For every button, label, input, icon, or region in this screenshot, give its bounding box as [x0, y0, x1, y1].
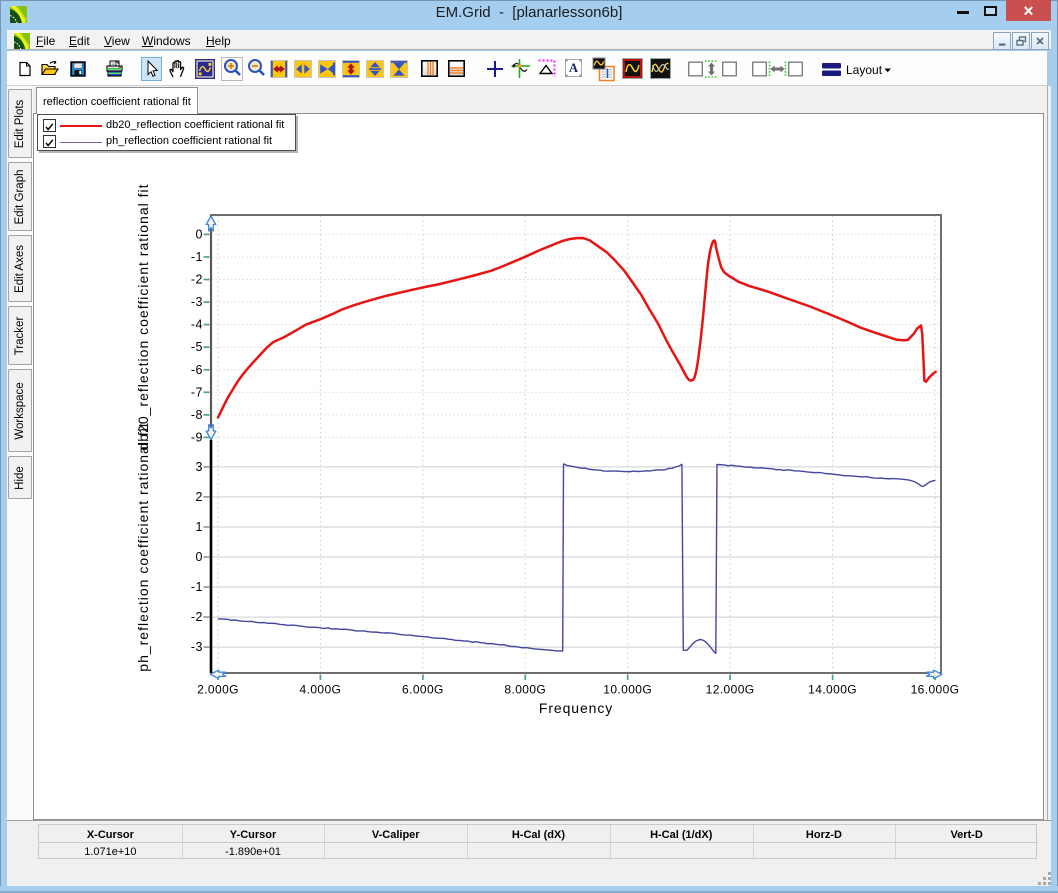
svg-text:-2: -2 — [191, 273, 203, 287]
svg-text:-9: -9 — [191, 430, 203, 444]
svg-text:db20_reflection coefficient ra: db20_reflection coefficient rational fit — [135, 184, 151, 451]
svg-text:-8: -8 — [191, 408, 203, 422]
svg-text:14.000G: 14.000G — [808, 683, 857, 697]
svg-text:-4: -4 — [191, 318, 203, 332]
svg-text:-1: -1 — [191, 580, 203, 594]
svg-text:16.000G: 16.000G — [911, 683, 960, 697]
svg-text:1: 1 — [196, 520, 203, 534]
svg-text:-1: -1 — [191, 250, 203, 264]
svg-text:Frequency: Frequency — [539, 700, 613, 716]
svg-text:0: 0 — [196, 227, 203, 241]
svg-text:-7: -7 — [191, 385, 203, 399]
svg-text:6.000G: 6.000G — [402, 683, 444, 697]
svg-text:8.000G: 8.000G — [504, 683, 546, 697]
svg-text:ph_reflection coefficient rati: ph_reflection coefficient rational fit — [135, 422, 151, 671]
svg-text:-3: -3 — [191, 295, 203, 309]
svg-text:2.000G: 2.000G — [197, 683, 239, 697]
svg-text:-3: -3 — [191, 640, 203, 654]
svg-text:-6: -6 — [191, 363, 203, 377]
svg-text:4.000G: 4.000G — [300, 683, 342, 697]
svg-text:3: 3 — [196, 460, 203, 474]
svg-text:0: 0 — [196, 550, 203, 564]
svg-text:12.000G: 12.000G — [706, 683, 755, 697]
svg-text:-5: -5 — [191, 340, 203, 354]
svg-text:10.000G: 10.000G — [603, 683, 652, 697]
svg-text:2: 2 — [196, 490, 203, 504]
svg-text:-2: -2 — [191, 610, 203, 624]
